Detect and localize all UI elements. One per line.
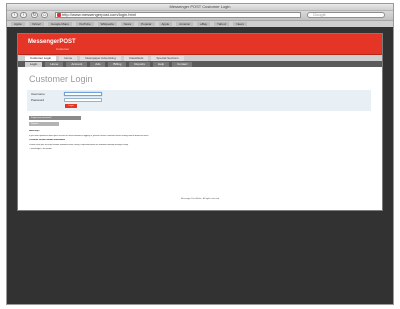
reload-button[interactable]: ↻ (31, 12, 38, 18)
bookmark-item[interactable]: Popular (138, 22, 155, 26)
site-favicon-icon (57, 13, 61, 17)
bookmark-item[interactable]: News (233, 22, 247, 26)
menu-item[interactable]: Contact (172, 61, 193, 67)
copyright-text: © Messenger Post Media (29, 148, 52, 151)
top-tab[interactable]: Customer Login (25, 56, 57, 61)
logo-subtitle: Customer (56, 47, 70, 51)
forward-button[interactable]: › (20, 12, 27, 18)
menu-item[interactable]: Account (66, 61, 88, 67)
help-section: Need help? If you have questions about y… (29, 130, 371, 151)
menu-item[interactable]: Home (45, 61, 64, 67)
account-links: Forgot your password? Register (29, 116, 371, 126)
back-button[interactable]: ‹ (11, 12, 18, 18)
username-label: Username (31, 92, 45, 96)
password-label: Password (31, 98, 45, 102)
username-field[interactable] (64, 92, 102, 96)
top-tab[interactable]: Home (59, 56, 78, 61)
bookmark-item[interactable]: YouTube (75, 22, 94, 26)
menu-item[interactable]: Login (25, 61, 43, 67)
top-tab[interactable]: Classifieds (123, 56, 149, 61)
contact-heading[interactable]: Customer service contact information (29, 139, 371, 142)
help-heading: Need help? (29, 130, 40, 132)
site-container: MessengerPOST Customer Customer Login Hom… (17, 33, 383, 211)
menu-item[interactable]: Billing (108, 61, 127, 67)
page-title: Customer Login (29, 74, 93, 84)
help-text: If you have questions about your account… (29, 134, 149, 137)
window-title: Messenger POST Customer Login (169, 4, 231, 9)
bookmark-item[interactable]: Wikipedia (97, 22, 117, 26)
bookmark-item[interactable]: Amazon (176, 22, 194, 26)
password-field[interactable] (64, 98, 102, 102)
bookmark-item[interactable]: Yahoo! (214, 22, 230, 26)
login-button[interactable]: Login (65, 104, 77, 108)
home-button[interactable]: ⌂ (41, 12, 48, 18)
bookmark-item[interactable]: Apple (158, 22, 173, 26)
title-bar: Messenger POST Customer Login (7, 4, 393, 11)
site-logo[interactable]: MessengerPOST (28, 39, 76, 45)
forgot-password-link[interactable]: Forgot your password? (29, 116, 81, 120)
page-viewport: MessengerPOST Customer Customer Login Hom… (7, 27, 393, 304)
bookmark-item[interactable]: Apple (11, 22, 25, 26)
bookmark-item[interactable]: Yahoo! (28, 22, 44, 26)
bookmark-item[interactable]: News (120, 22, 135, 26)
search-input[interactable]: Google (307, 12, 385, 18)
menu-item[interactable]: Reports (129, 61, 150, 67)
address-bar[interactable]: http://www.messengerpost.com/login.html (55, 12, 301, 18)
browser-window: Messenger POST Customer Login ‹ › ↻ ⌂ ht… (6, 3, 394, 305)
main-content: Customer Login Username Password Login F… (18, 67, 382, 158)
bookmark-item[interactable]: eBay (197, 22, 211, 26)
menu-item[interactable]: Help (152, 61, 170, 67)
browser-toolbar: ‹ › ↻ ⌂ http://www.messengerpost.com/log… (7, 11, 393, 21)
contact-text: Please have your account number availabl… (29, 143, 129, 146)
menu-item[interactable]: Ads (90, 61, 106, 67)
url-text: http://www.messengerpost.com/login.html (62, 12, 136, 17)
site-header: MessengerPOST Customer (18, 34, 382, 55)
top-tab[interactable]: Newspaper Advertising (80, 56, 121, 61)
register-link[interactable]: Register (29, 122, 59, 126)
top-tab[interactable]: Special Sections (151, 56, 184, 61)
bookmark-item[interactable]: Google Maps (47, 22, 72, 26)
login-form: Username Password Login (27, 90, 371, 111)
site-footer: Messenger Post Media · All rights reserv… (180, 198, 220, 200)
